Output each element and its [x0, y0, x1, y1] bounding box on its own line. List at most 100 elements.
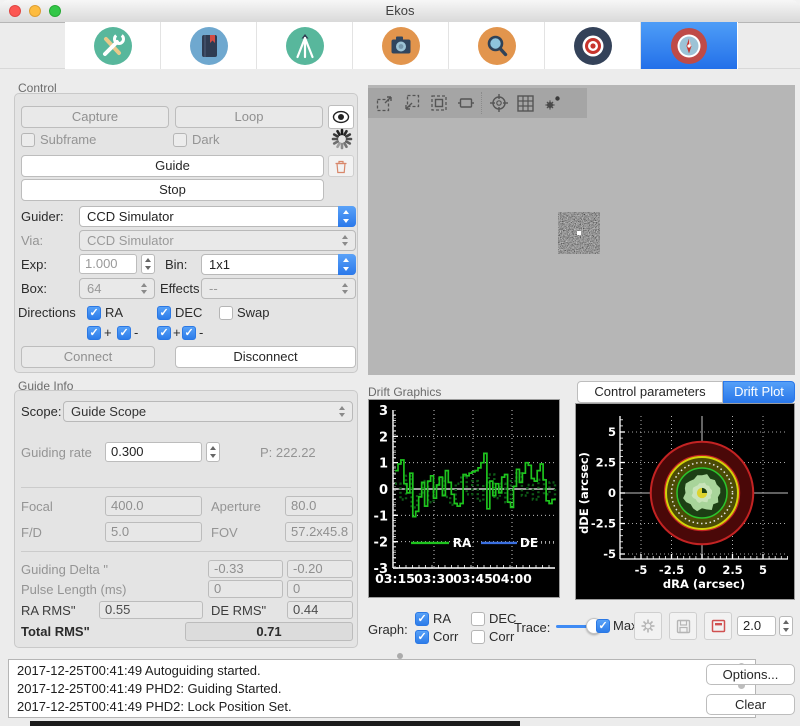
dec-plus-checkbox[interactable]: [157, 326, 171, 340]
fd-field: 5.0: [105, 522, 202, 542]
clear-button[interactable]: Clear: [706, 694, 795, 715]
graph-dec-label: DEC: [489, 611, 516, 626]
zoom-fit-icon[interactable]: [425, 91, 452, 115]
subframe-checkbox[interactable]: [21, 133, 35, 147]
svg-text:03:30: 03:30: [414, 571, 454, 586]
trace-label: Trace:: [514, 620, 550, 635]
box-select[interactable]: 64: [79, 278, 155, 299]
log-line: 2017-12-25T00:41:47 PHD2: Star Selected.: [17, 716, 747, 718]
exposure-input[interactable]: 1.000: [79, 254, 137, 274]
options-button[interactable]: Options...: [706, 664, 795, 685]
exposure-stepper[interactable]: [141, 254, 155, 274]
dec-direction-checkbox[interactable]: [157, 306, 171, 320]
guiding-rate-input[interactable]: 0.300: [105, 442, 202, 462]
dec-minus-label: -: [199, 325, 203, 340]
box-value: 64: [87, 281, 101, 296]
guider-select[interactable]: CCD Simulator: [79, 206, 356, 227]
tab-control-parameters[interactable]: Control parameters: [577, 381, 723, 403]
subframe-eye-button[interactable]: [328, 105, 354, 129]
disconnect-button[interactable]: Disconnect: [175, 346, 356, 368]
guiding-rate-stepper[interactable]: [206, 442, 220, 462]
effects-label: Effects: [160, 281, 200, 296]
module-tabstrip: [65, 22, 738, 69]
tab-align[interactable]: [545, 22, 641, 69]
effects-select[interactable]: --: [201, 278, 356, 299]
guide-star-display-button[interactable]: [634, 612, 662, 640]
ra-direction-label: RA: [105, 305, 123, 320]
ra-direction-checkbox[interactable]: [87, 306, 101, 320]
guiding-delta-label: Guiding Delta ": [21, 562, 108, 577]
tab-capture[interactable]: [353, 22, 449, 69]
capture-trash-button[interactable]: [328, 155, 354, 177]
grid-icon[interactable]: [512, 91, 539, 115]
svg-text:2: 2: [379, 430, 388, 445]
log-view[interactable]: 2017-12-25T00:41:49 Autoguiding started.…: [8, 659, 756, 718]
ra-plus-checkbox[interactable]: [87, 326, 101, 340]
svg-text:1: 1: [379, 457, 388, 472]
crosshair-icon[interactable]: [485, 91, 512, 115]
chevron-updown-icon: [338, 402, 348, 421]
ekos-window: Ekos: [0, 0, 800, 726]
chevron-updown-icon: [338, 254, 356, 275]
bin-select[interactable]: 1x1: [201, 254, 356, 275]
capture-icon: [381, 26, 421, 66]
delta-de-field: -0.20: [287, 560, 353, 578]
svg-text:dRA (arcsec): dRA (arcsec): [663, 577, 745, 591]
zoom-out-icon[interactable]: [398, 91, 425, 115]
tab-setup[interactable]: [65, 22, 161, 69]
guide-button[interactable]: Guide: [21, 155, 324, 177]
drift-graphics-label: Drift Graphics: [368, 385, 441, 399]
sparkle-icon: [640, 618, 656, 634]
guiding-rate-label: Guiding rate: [21, 445, 92, 460]
ra-minus-label: -: [134, 325, 138, 340]
ra-minus-checkbox[interactable]: [117, 326, 131, 340]
stop-button[interactable]: Stop: [21, 179, 324, 201]
exp-label: Exp:: [21, 257, 47, 272]
graph-dec-corr-checkbox[interactable]: [471, 630, 485, 644]
via-select[interactable]: CCD Simulator: [79, 230, 356, 251]
drift-plot-chart[interactable]: -5-5-2.5-2.5002.52.555dRA (arcsec)dDE (a…: [576, 404, 794, 599]
trace-max-checkbox[interactable]: [596, 619, 610, 633]
trash-icon: [334, 159, 348, 174]
dark-checkbox[interactable]: [173, 133, 187, 147]
graph-ra-checkbox[interactable]: [415, 612, 429, 626]
guide-info-group: Scope: Guide Scope Guiding rate 0.300 P:…: [14, 390, 358, 648]
export-graph-button[interactable]: [669, 612, 697, 640]
control-group: Capture Loop Subframe Dark Guide: [14, 93, 358, 373]
tab-drift-plot[interactable]: Drift Plot: [723, 381, 795, 403]
tab-scheduler[interactable]: [161, 22, 257, 69]
chevron-updown-icon: [140, 279, 150, 298]
graph-dec-checkbox[interactable]: [471, 612, 485, 626]
log-line: 2017-12-25T00:41:49 Autoguiding started.: [17, 662, 747, 680]
graph-ra-label: RA: [433, 611, 451, 626]
actual-size-icon[interactable]: [452, 91, 479, 115]
clear-graph-button[interactable]: [704, 612, 732, 640]
scheduler-icon: [189, 26, 229, 66]
dec-minus-checkbox[interactable]: [182, 326, 196, 340]
svg-text:-1: -1: [374, 509, 388, 524]
swap-checkbox[interactable]: [219, 306, 233, 320]
guide-star-image[interactable]: [558, 212, 600, 254]
scope-select[interactable]: Guide Scope: [63, 401, 353, 422]
tab-mount[interactable]: [257, 22, 353, 69]
guide-star: [577, 231, 581, 235]
accum-time-stepper[interactable]: [779, 616, 793, 636]
tab-guide[interactable]: [641, 22, 737, 69]
drift-graphics-chart[interactable]: 3210-1-2-303:1503:3003:4504:00RADE: [369, 400, 559, 597]
tab-focus[interactable]: [449, 22, 545, 69]
graph-label: Graph:: [368, 622, 408, 637]
guide-image-view[interactable]: [368, 85, 795, 375]
zoom-in-icon[interactable]: [371, 91, 398, 115]
scope-label: Scope:: [21, 404, 61, 419]
graph-ra-corr-checkbox[interactable]: [415, 630, 429, 644]
loop-button[interactable]: Loop: [175, 106, 323, 128]
stars-icon[interactable]: [539, 91, 566, 115]
connect-button[interactable]: Connect: [21, 346, 155, 368]
chevron-updown-icon: [338, 206, 356, 227]
accum-time-input[interactable]: 2.0: [737, 616, 776, 636]
log-line: 2017-12-25T00:41:49 PHD2: Lock Position …: [17, 698, 747, 716]
capture-button[interactable]: Capture: [21, 106, 169, 128]
svg-text:04:00: 04:00: [492, 571, 532, 586]
ra-rms-field: 0.55: [99, 601, 203, 619]
svg-text:5: 5: [759, 563, 767, 577]
